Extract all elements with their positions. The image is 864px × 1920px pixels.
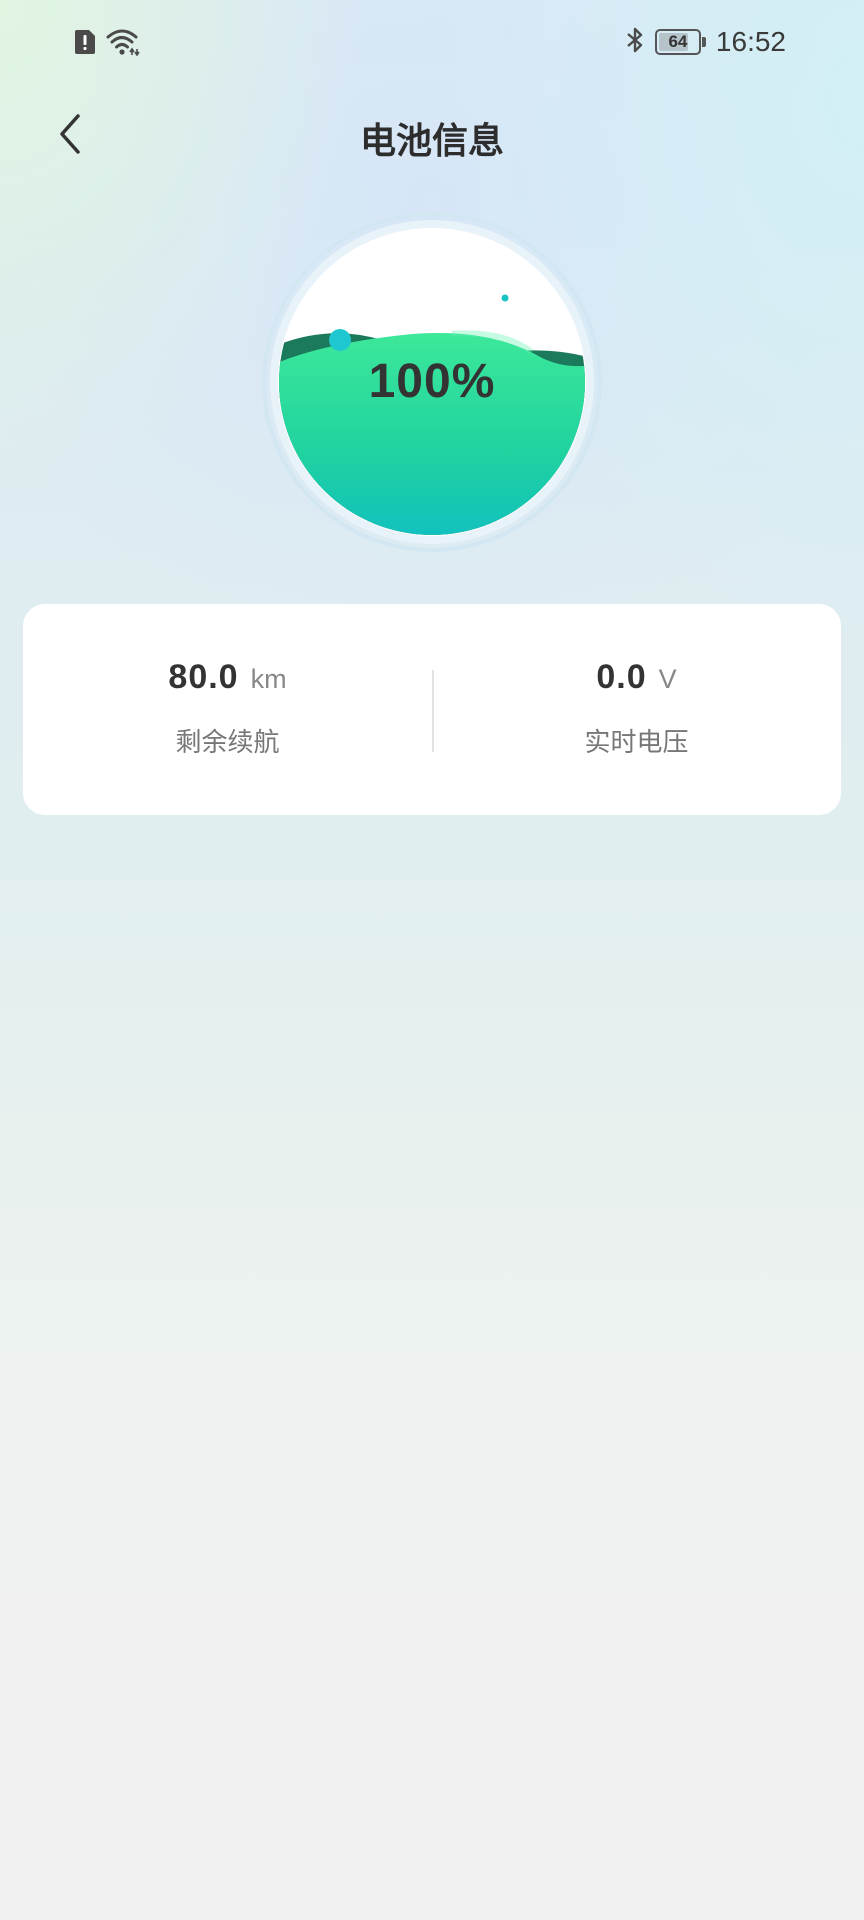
- voltage-label: 实时电压: [584, 728, 689, 758]
- status-left: [74, 28, 140, 60]
- page-title: 电池信息: [359, 121, 504, 162]
- voltage-unit: V: [658, 664, 677, 694]
- voltage-value: 0.0: [596, 658, 647, 696]
- gauge-bubble: [329, 329, 351, 351]
- realtime-voltage-stat: 0.0 V 实时电压: [432, 658, 841, 759]
- range-value: 80.0: [168, 658, 239, 696]
- battery-body: 64: [654, 29, 701, 55]
- battery-gauge: 100%: [262, 212, 602, 552]
- stats-card: 80.0 km 剩余续航 0.0 V 实时电压: [23, 604, 841, 815]
- range-unit: km: [250, 664, 287, 694]
- battery-level-text: 64: [668, 32, 688, 51]
- wifi-icon: [106, 28, 140, 60]
- status-time: 16:52: [715, 26, 786, 57]
- battery-icon: 64: [654, 29, 706, 55]
- sim-alert-icon: [74, 29, 96, 59]
- range-value-row: 80.0 km: [23, 658, 432, 706]
- battery-percent: 100%: [368, 355, 496, 408]
- nav-bar: 电池信息: [0, 96, 864, 176]
- battery-tip: [701, 37, 706, 47]
- status-right: 64 16:52: [625, 26, 786, 58]
- remaining-range-stat: 80.0 km 剩余续航: [23, 658, 432, 759]
- bluetooth-icon: [625, 26, 645, 58]
- status-bar: 64 16:52: [0, 0, 864, 88]
- voltage-value-row: 0.0 V: [432, 658, 841, 706]
- gauge-dot: [501, 294, 509, 302]
- range-label: 剩余续航: [175, 728, 280, 758]
